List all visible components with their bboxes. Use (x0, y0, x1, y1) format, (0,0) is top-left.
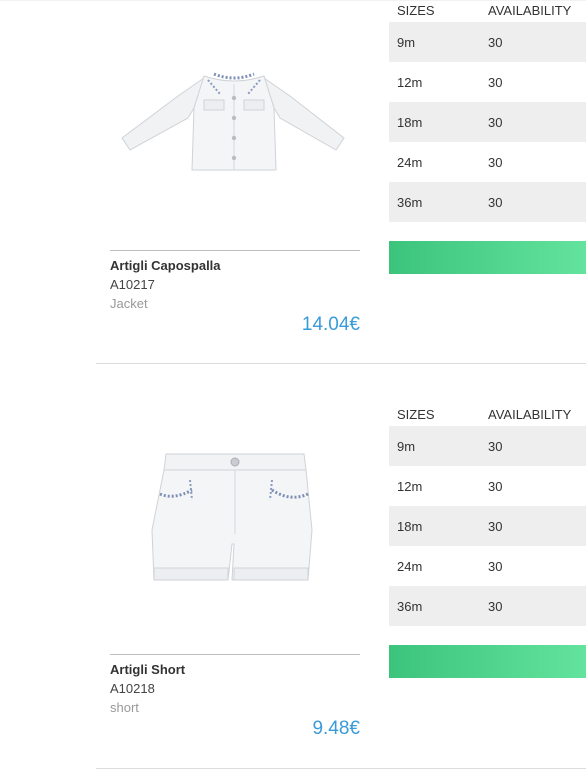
shorts-image (151, 453, 313, 581)
sizes-table: SIZES AVAILABILITY 9m 30 12m 30 18m 30 2… (389, 404, 586, 626)
sizes-table: SIZES AVAILABILITY 9m 30 12m 30 18m 30 2… (389, 0, 586, 222)
size-row: 36m 30 (389, 586, 586, 626)
info-divider (110, 250, 360, 251)
availability-header: AVAILABILITY (488, 407, 572, 422)
product-code: A10217 (110, 277, 155, 292)
product-image-shorts[interactable] (108, 434, 360, 594)
availability-value: 30 (488, 195, 503, 210)
product-price: 9.48€ (312, 718, 360, 739)
availability-value: 30 (488, 75, 503, 90)
availability-value: 30 (488, 519, 503, 534)
sizes-header: SIZES (397, 3, 435, 18)
availability-value: 30 (488, 479, 503, 494)
size-label: 24m (397, 559, 423, 574)
size-row: 12m 30 (389, 466, 586, 506)
product-card: Artigli Capospalla A10217 Jacket 14.04€ … (0, 0, 586, 364)
info-divider (110, 654, 360, 655)
size-label: 9m (397, 35, 416, 50)
product-category: Jacket (110, 296, 148, 311)
size-label: 36m (397, 599, 423, 614)
product-code: A10218 (110, 681, 155, 696)
product-price: 14.04€ (301, 314, 360, 335)
size-row: 9m 30 (389, 426, 586, 466)
size-label: 24m (397, 155, 423, 170)
size-label: 9m (397, 439, 416, 454)
size-label: 12m (397, 479, 423, 494)
availability-value: 30 (488, 599, 503, 614)
sizes-table-header: SIZES AVAILABILITY (389, 0, 586, 22)
availability-value: 30 (488, 115, 503, 130)
size-label: 18m (397, 519, 423, 534)
size-row: 24m 30 (389, 546, 586, 586)
availability-value: 30 (488, 439, 503, 454)
jacket-image (121, 72, 345, 171)
availability-value: 30 (488, 35, 503, 50)
size-row: 9m 30 (389, 22, 586, 62)
size-label: 12m (397, 75, 423, 90)
size-row: 18m 30 (389, 102, 586, 142)
product-divider (96, 768, 586, 769)
add-to-cart-button[interactable] (389, 645, 586, 678)
add-to-cart-button[interactable] (389, 241, 586, 274)
sizes-table-header: SIZES AVAILABILITY (389, 404, 586, 426)
size-row: 24m 30 (389, 142, 586, 182)
sizes-header: SIZES (397, 407, 435, 422)
size-row: 12m 30 (389, 62, 586, 102)
product-image-jacket[interactable] (108, 38, 360, 198)
size-label: 36m (397, 195, 423, 210)
availability-value: 30 (488, 155, 503, 170)
size-row: 18m 30 (389, 506, 586, 546)
product-category: short (110, 700, 139, 715)
product-name[interactable]: Artigli Short (110, 662, 185, 677)
size-label: 18m (397, 115, 423, 130)
product-name[interactable]: Artigli Capospalla (110, 258, 221, 273)
availability-header: AVAILABILITY (488, 3, 572, 18)
product-card: Artigli Short A10218 short 9.48€ SIZES A… (0, 364, 586, 770)
availability-value: 30 (488, 559, 503, 574)
size-row: 36m 30 (389, 182, 586, 222)
